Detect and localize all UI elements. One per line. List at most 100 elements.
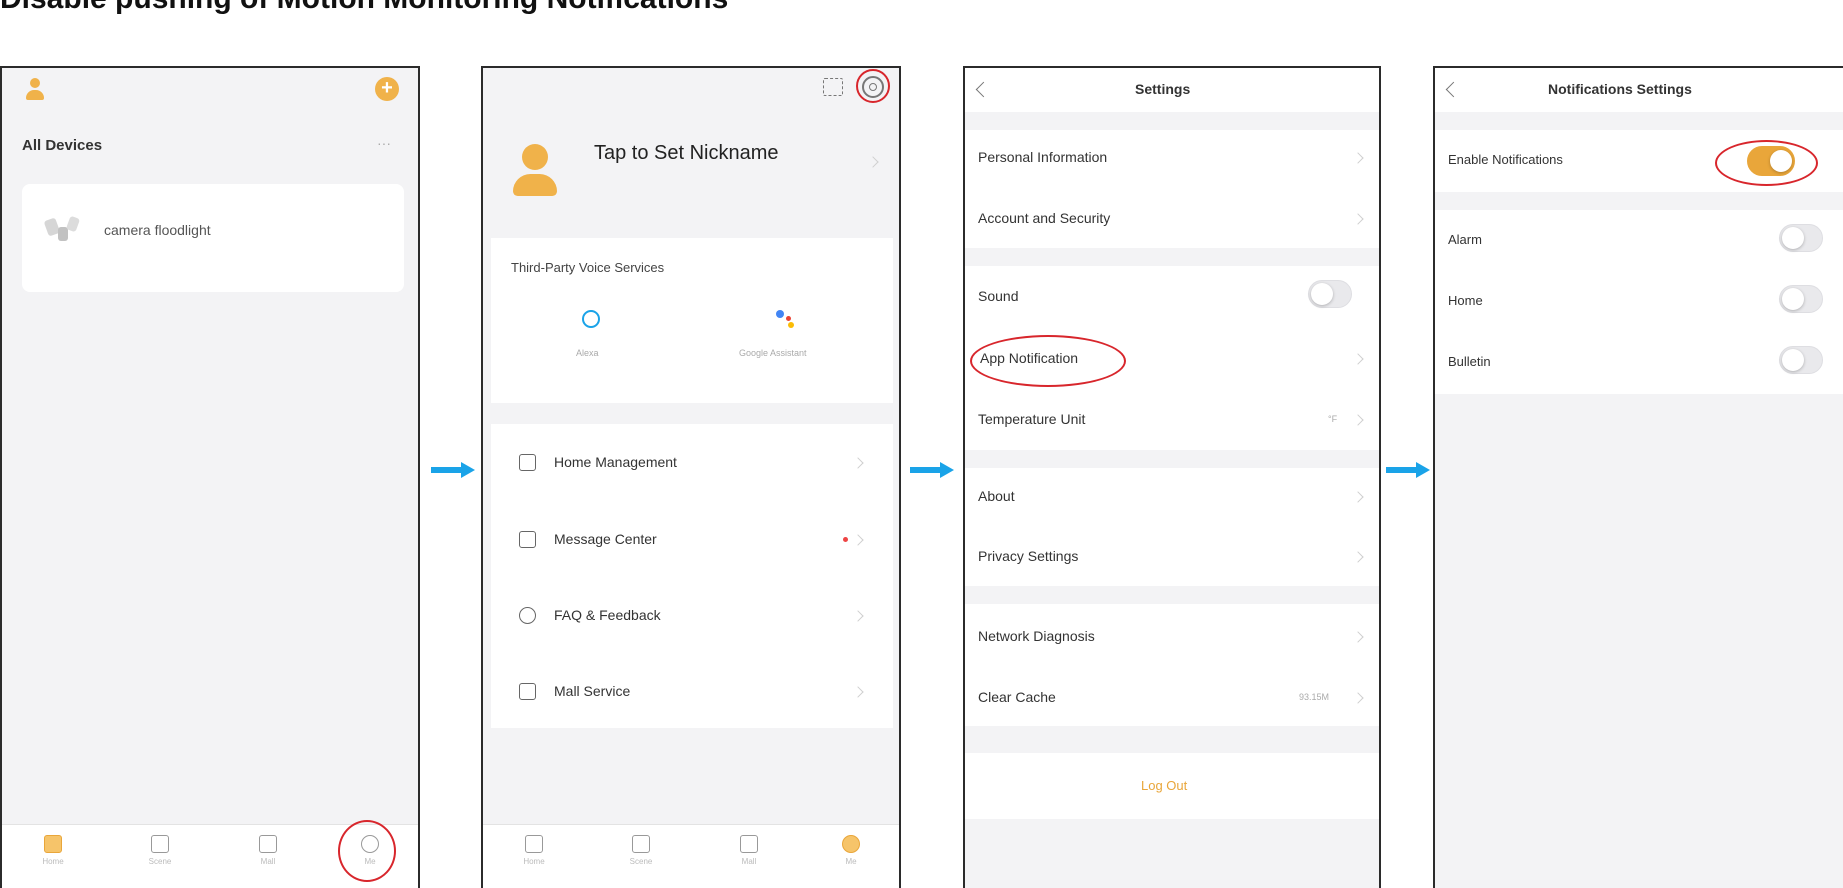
chevron-right-icon: [1352, 491, 1364, 503]
about-item[interactable]: About: [978, 488, 1015, 504]
chevron-right-icon: [852, 610, 864, 622]
chevron-right-icon: [1352, 414, 1364, 426]
temperature-unit-item[interactable]: Temperature Unit: [978, 411, 1085, 427]
home-toggle[interactable]: [1779, 285, 1823, 313]
tab-me[interactable]: Me: [340, 835, 400, 866]
chevron-right-icon: [1352, 213, 1364, 225]
chevron-right-icon: [1352, 692, 1364, 704]
screen-me: Tap to Set Nickname Third-Party Voice Se…: [481, 66, 901, 888]
nav-bar: Notifications Settings: [1435, 68, 1843, 112]
tab-bar: Home Scene Mall Me: [2, 824, 418, 888]
tab-scene[interactable]: Scene: [611, 835, 671, 866]
chevron-right-icon: [1352, 551, 1364, 563]
back-icon[interactable]: [975, 81, 992, 98]
alexa-icon[interactable]: [582, 310, 600, 328]
chevron-right-icon: [1352, 152, 1364, 164]
floodlight-camera-icon: [43, 215, 81, 247]
all-devices-header: All Devices: [22, 137, 103, 154]
chevron-right-icon: [852, 534, 864, 546]
notification-types-card: Alarm Home Bulletin: [1435, 210, 1843, 394]
sound-item: Sound: [978, 288, 1019, 304]
unread-dot: [843, 537, 848, 542]
personal-information-item[interactable]: Personal Information: [978, 149, 1107, 165]
bulletin-toggle[interactable]: [1779, 346, 1823, 374]
account-security-item[interactable]: Account and Security: [978, 210, 1110, 226]
page-title: Disable pushing of Motion Monitoring Not…: [0, 0, 728, 15]
voice-services-card: Third-Party Voice Services Alexa Google …: [491, 238, 893, 403]
settings-title: Settings: [1135, 81, 1191, 97]
tab-me[interactable]: Me: [821, 835, 881, 866]
nav-bar: Settings: [965, 68, 1379, 112]
question-icon: [519, 607, 536, 624]
arrow-right-icon: [431, 462, 475, 478]
home-label: Home: [1448, 293, 1483, 308]
temperature-unit-value: °F: [1328, 414, 1338, 424]
tab-home[interactable]: Home: [504, 835, 564, 866]
mall-icon: [519, 683, 536, 700]
chevron-right-icon: [867, 156, 879, 168]
tab-bar: Home Scene Mall Me: [483, 824, 899, 888]
enable-notifications-toggle[interactable]: [1747, 146, 1795, 176]
chevron-right-icon: [852, 686, 864, 698]
scene-icon: [632, 835, 650, 853]
message-icon: [519, 531, 536, 548]
tab-scene[interactable]: Scene: [130, 835, 190, 866]
bulletin-label: Bulletin: [1448, 354, 1491, 369]
add-device-icon[interactable]: +: [375, 77, 399, 101]
tab-mall[interactable]: Mall: [719, 835, 779, 866]
menu-card: Home Management Message Center FAQ & Fee…: [491, 424, 893, 728]
settings-group-about: About Privacy Settings: [965, 468, 1379, 586]
chevron-right-icon: [1352, 353, 1364, 365]
avatar[interactable]: [513, 144, 557, 200]
chevron-right-icon: [852, 457, 864, 469]
avatar-icon[interactable]: [24, 78, 46, 104]
mall-icon: [740, 835, 758, 853]
menu-item-message-center[interactable]: Message Center: [491, 500, 893, 576]
logout-button[interactable]: Log Out: [1141, 778, 1187, 793]
mall-icon: [259, 835, 277, 853]
alarm-toggle[interactable]: [1779, 224, 1823, 252]
screen-notification-settings: Notifications Settings Enable Notificati…: [1433, 66, 1843, 888]
enable-notifications-label: Enable Notifications: [1448, 152, 1563, 167]
voice-services-header: Third-Party Voice Services: [511, 260, 665, 275]
arrow-right-icon: [910, 462, 954, 478]
alarm-label: Alarm: [1448, 232, 1482, 247]
app-notification-item[interactable]: App Notification: [980, 350, 1078, 366]
tab-mall[interactable]: Mall: [238, 835, 298, 866]
arrow-right-icon: [1386, 462, 1430, 478]
home-icon: [525, 835, 543, 853]
me-icon: [361, 835, 379, 853]
home-icon: [519, 454, 536, 471]
cache-size-value: 93.15M: [1299, 692, 1330, 702]
scan-icon[interactable]: [823, 78, 843, 96]
chevron-right-icon: [1352, 631, 1364, 643]
screen-settings: Settings Personal Information Account an…: [963, 66, 1381, 888]
settings-gear-icon[interactable]: [862, 76, 884, 98]
settings-group-tools: Network Diagnosis Clear Cache 93.15M: [965, 604, 1379, 726]
google-assistant-label: Google Assistant: [739, 348, 807, 358]
alexa-label: Alexa: [576, 348, 599, 358]
menu-item-faq-feedback[interactable]: FAQ & Feedback: [491, 576, 893, 652]
scene-icon: [151, 835, 169, 853]
settings-group-account: Personal Information Account and Securit…: [965, 130, 1379, 248]
back-icon[interactable]: [1445, 81, 1462, 98]
sound-toggle[interactable]: [1308, 280, 1352, 308]
me-icon: [842, 835, 860, 853]
device-card[interactable]: camera floodlight: [22, 184, 404, 292]
network-diagnosis-item[interactable]: Network Diagnosis: [978, 628, 1095, 644]
enable-notifications-row: Enable Notifications: [1435, 130, 1843, 192]
clear-cache-item[interactable]: Clear Cache: [978, 689, 1056, 705]
google-assistant-icon[interactable]: [776, 310, 796, 328]
nickname-label[interactable]: Tap to Set Nickname: [594, 142, 779, 165]
home-icon: [44, 835, 62, 853]
menu-item-home-management[interactable]: Home Management: [491, 424, 893, 500]
tab-home[interactable]: Home: [23, 835, 83, 866]
device-name: camera floodlight: [104, 222, 211, 238]
screen-home: + All Devices ··· camera floodlight Home…: [0, 66, 420, 888]
logout-row: Log Out: [965, 753, 1379, 819]
privacy-settings-item[interactable]: Privacy Settings: [978, 548, 1078, 564]
more-icon[interactable]: ···: [377, 135, 391, 151]
notifications-settings-title: Notifications Settings: [1548, 81, 1692, 97]
menu-item-mall-service[interactable]: Mall Service: [491, 652, 893, 728]
settings-group-prefs: Sound App Notification Temperature Unit …: [965, 266, 1379, 450]
